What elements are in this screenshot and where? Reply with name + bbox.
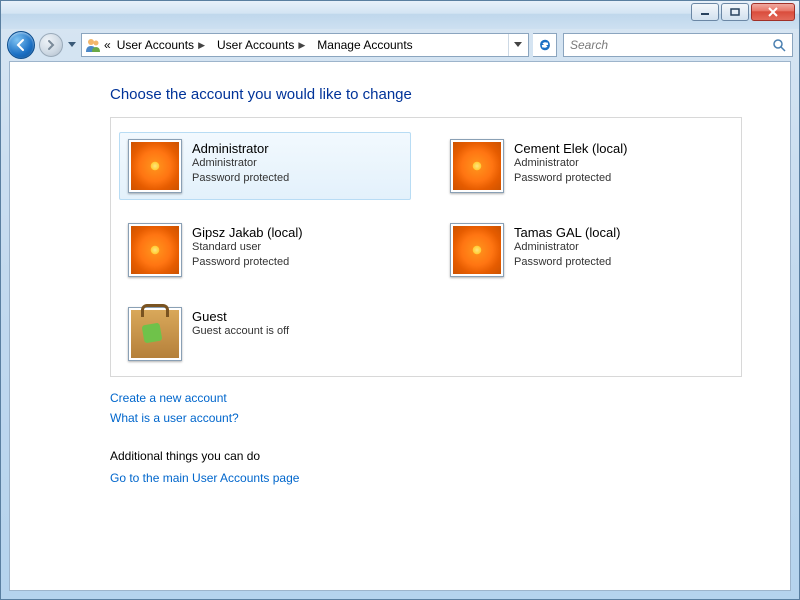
account-role: Standard user (192, 240, 303, 255)
forward-button[interactable] (39, 33, 63, 57)
account-role: Administrator (514, 240, 620, 255)
refresh-button[interactable] (533, 33, 557, 57)
account-role: Administrator (192, 156, 289, 171)
minimize-button[interactable] (691, 3, 719, 21)
chevron-right-icon: ▶ (296, 40, 307, 51)
content-pane: Choose the account you would like to cha… (9, 61, 791, 591)
account-tile[interactable]: Cement Elek (local)AdministratorPassword… (441, 132, 733, 200)
additional-heading: Additional things you can do (110, 449, 742, 463)
account-picture (128, 307, 182, 361)
address-dropdown[interactable] (508, 34, 526, 56)
action-links: Create a new account What is a user acco… (110, 391, 742, 425)
close-button[interactable] (751, 3, 795, 21)
account-role: Administrator (514, 156, 627, 171)
breadcrumb-item-2[interactable]: Manage Accounts (313, 34, 416, 56)
account-tile[interactable]: AdministratorAdministratorPassword prote… (119, 132, 411, 200)
what-is-account-link[interactable]: What is a user account? (110, 411, 742, 425)
account-password-status: Password protected (192, 171, 289, 186)
page-title: Choose the account you would like to cha… (110, 86, 742, 103)
account-info: AdministratorAdministratorPassword prote… (192, 139, 289, 186)
accounts-list: AdministratorAdministratorPassword prote… (110, 117, 742, 377)
user-accounts-icon (84, 36, 102, 54)
suitcase-icon (131, 310, 179, 358)
search-placeholder: Search (570, 38, 608, 52)
content: Choose the account you would like to cha… (10, 62, 790, 511)
create-account-link[interactable]: Create a new account (110, 391, 742, 405)
account-password-status: Password protected (514, 171, 627, 186)
breadcrumb-prefix: « (104, 38, 111, 52)
account-tile[interactable]: Tamas GAL (local)AdministratorPassword p… (441, 216, 733, 284)
titlebar (1, 1, 799, 29)
account-role: Guest account is off (192, 324, 289, 339)
account-name: Tamas GAL (local) (514, 225, 620, 240)
account-tile[interactable]: GuestGuest account is off (119, 300, 411, 368)
account-name: Cement Elek (local) (514, 141, 627, 156)
nav-row: « User Accounts ▶ User Accounts ▶ Manage… (1, 29, 799, 61)
account-info: Gipsz Jakab (local)Standard userPassword… (192, 223, 303, 270)
account-picture (128, 139, 182, 193)
account-picture (450, 139, 504, 193)
main-user-accounts-link[interactable]: Go to the main User Accounts page (110, 471, 742, 485)
breadcrumb-label: User Accounts (117, 38, 194, 52)
chevron-right-icon: ▶ (196, 40, 207, 51)
account-picture (450, 223, 504, 277)
address-bar[interactable]: « User Accounts ▶ User Accounts ▶ Manage… (81, 33, 529, 57)
account-name: Administrator (192, 141, 289, 156)
account-password-status: Password protected (192, 255, 303, 270)
breadcrumb-item-0[interactable]: User Accounts ▶ (113, 34, 211, 56)
account-info: GuestGuest account is off (192, 307, 289, 339)
back-button[interactable] (7, 31, 35, 59)
breadcrumb-label: User Accounts (217, 38, 294, 52)
breadcrumb-label: Manage Accounts (317, 38, 412, 52)
search-input[interactable]: Search (563, 33, 793, 57)
account-name: Guest (192, 309, 289, 324)
account-picture (128, 223, 182, 277)
search-icon (772, 38, 786, 55)
flower-icon (131, 226, 179, 274)
account-password-status: Password protected (514, 255, 620, 270)
flower-icon (453, 226, 501, 274)
breadcrumb-item-1[interactable]: User Accounts ▶ (213, 34, 311, 56)
flower-icon (131, 142, 179, 190)
account-tile[interactable]: Gipsz Jakab (local)Standard userPassword… (119, 216, 411, 284)
account-info: Cement Elek (local)AdministratorPassword… (514, 139, 627, 186)
account-info: Tamas GAL (local)AdministratorPassword p… (514, 223, 620, 270)
flower-icon (453, 142, 501, 190)
nav-history-dropdown[interactable] (67, 36, 77, 54)
account-name: Gipsz Jakab (local) (192, 225, 303, 240)
maximize-button[interactable] (721, 3, 749, 21)
